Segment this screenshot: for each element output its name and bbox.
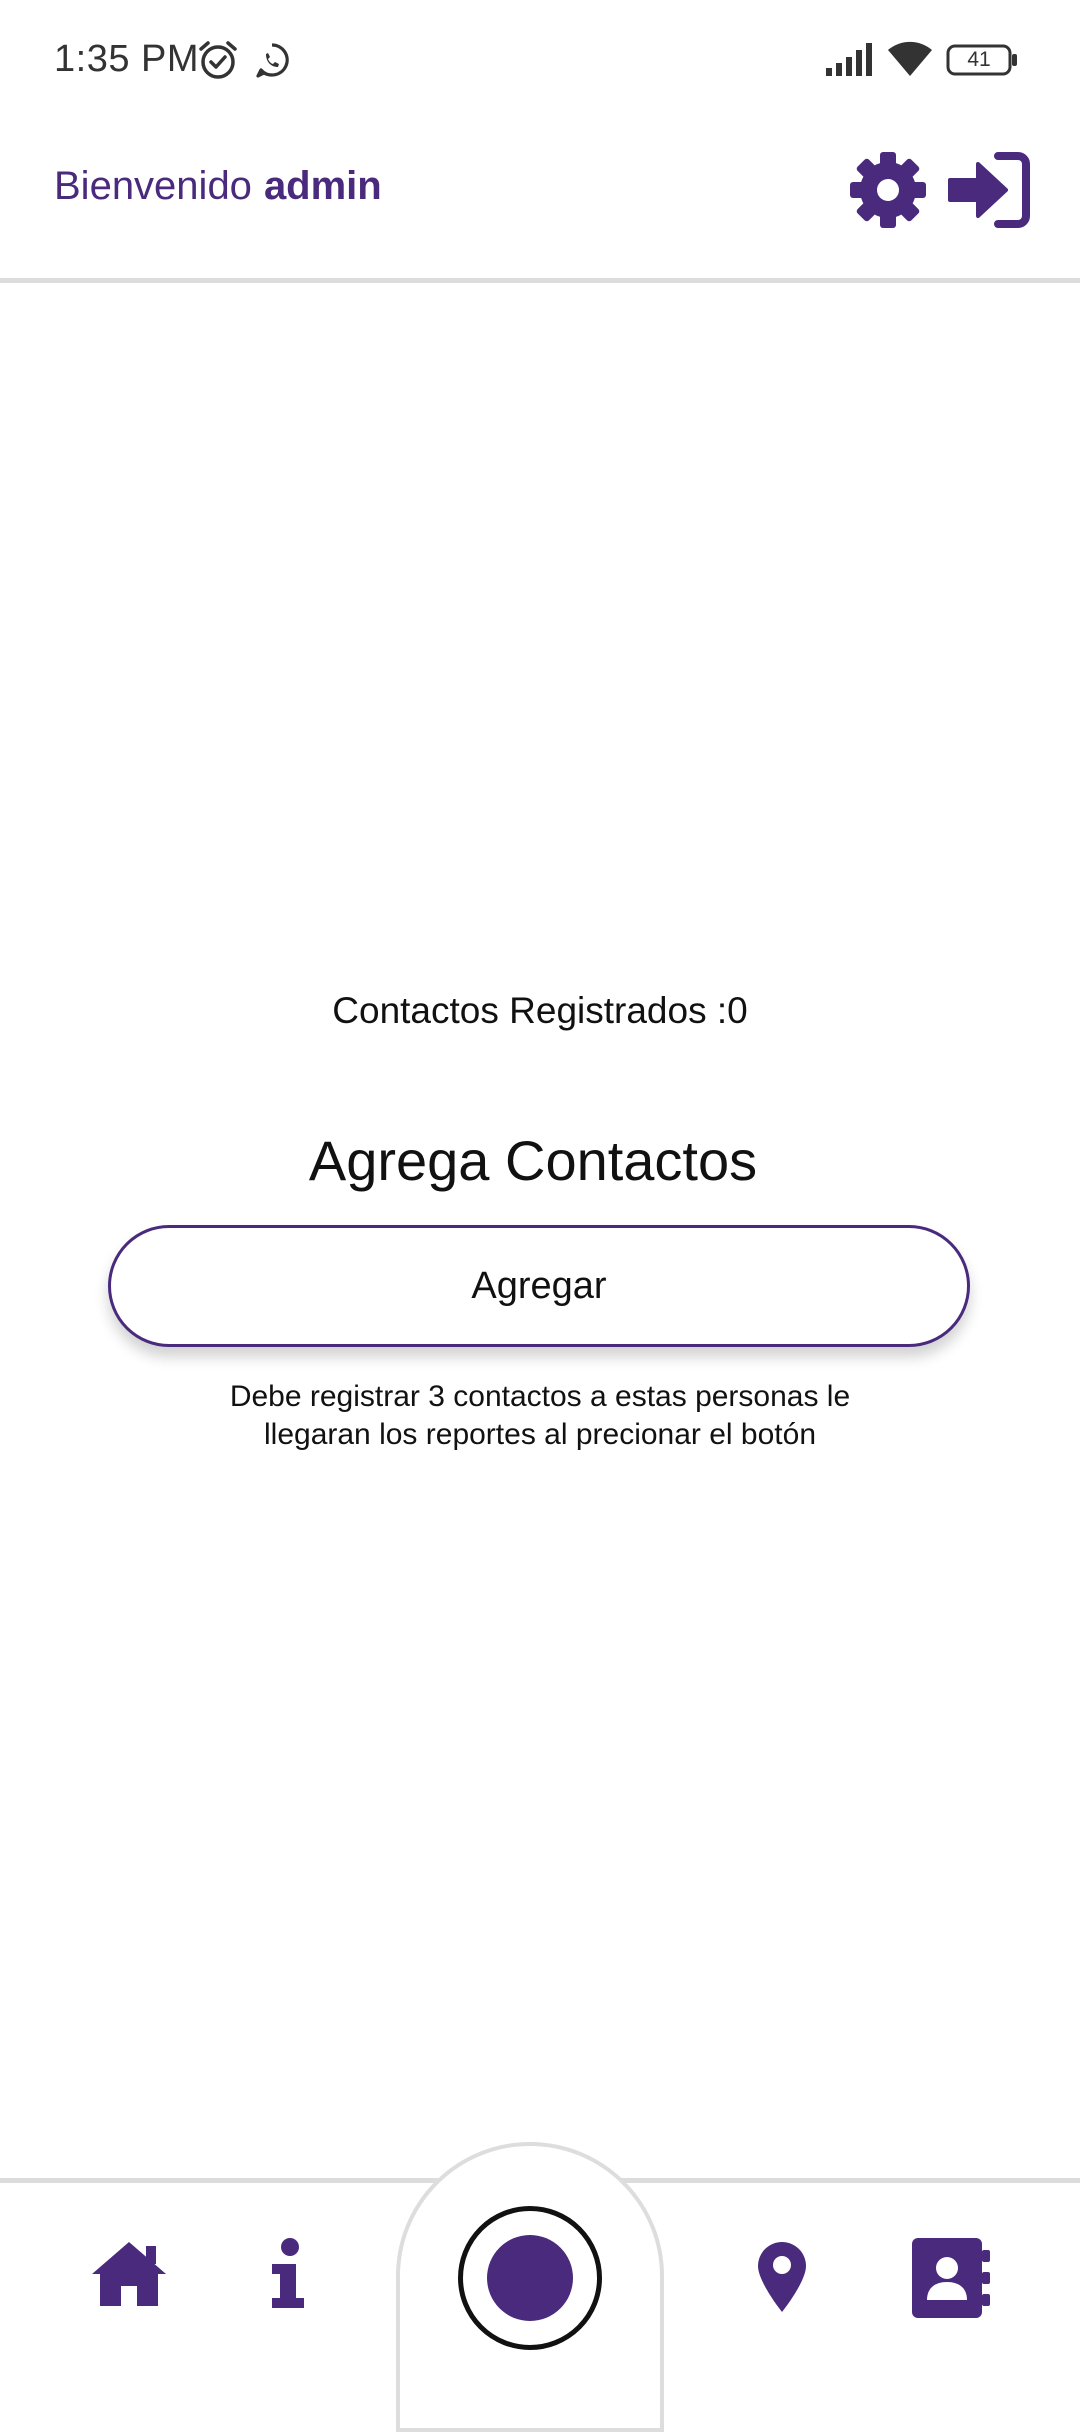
contacts-book-icon bbox=[912, 2238, 990, 2318]
sign-in-icon bbox=[948, 152, 1030, 228]
nav-contacts-button[interactable] bbox=[910, 2236, 992, 2320]
battery-level: 41 bbox=[967, 48, 991, 71]
helper-text-line: llegaran los reportes al precionar el bo… bbox=[264, 1418, 816, 1451]
info-icon bbox=[272, 2238, 304, 2308]
nav-info-button[interactable] bbox=[268, 2238, 308, 2310]
welcome-message: Bienvenido admin bbox=[54, 164, 382, 209]
logout-button[interactable] bbox=[948, 150, 1030, 230]
username: admin bbox=[263, 164, 382, 208]
record-button[interactable] bbox=[458, 2206, 602, 2350]
add-contact-button[interactable]: Agregar bbox=[108, 1225, 970, 1347]
record-icon bbox=[487, 2235, 573, 2321]
header-divider bbox=[0, 278, 1080, 283]
nav-location-button[interactable] bbox=[756, 2240, 808, 2314]
helper-text-line: Debe registrar 3 contactos a estas perso… bbox=[229, 1380, 851, 1413]
battery-icon: 41 bbox=[946, 44, 1018, 76]
settings-button[interactable] bbox=[848, 150, 928, 230]
whatsapp-icon bbox=[256, 43, 289, 78]
location-pin-icon bbox=[758, 2242, 806, 2312]
gear-icon bbox=[850, 152, 926, 228]
helper-text: Debe registrar 3 contactos a estas perso… bbox=[180, 1378, 900, 1454]
wifi-icon bbox=[888, 41, 932, 76]
welcome-label: Bienvenido bbox=[54, 164, 252, 208]
section-heading: Agrega Contactos bbox=[308, 1129, 758, 1192]
status-time: 1:35 PM bbox=[54, 38, 200, 80]
signal-icon bbox=[826, 43, 872, 76]
alarm-icon bbox=[199, 41, 237, 79]
nav-home-button[interactable] bbox=[90, 2238, 168, 2310]
home-icon bbox=[92, 2242, 166, 2306]
app-header: Bienvenido admin bbox=[0, 120, 1080, 280]
status-bar: 1:35 PM 41 bbox=[0, 0, 1080, 120]
registered-contacts-count: Contactos Registrados :0 bbox=[332, 990, 748, 1031]
